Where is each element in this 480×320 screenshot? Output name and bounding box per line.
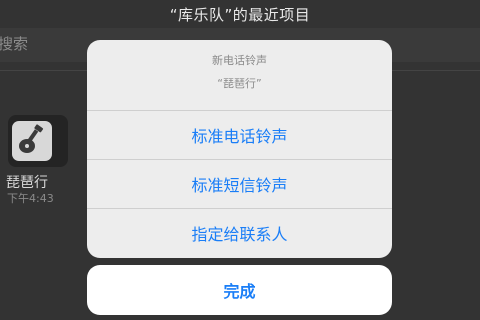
ringtone-action-sheet: 新电话铃声 “琵琶行” 标准电话铃声 标准短信铃声 指定给联系人	[87, 40, 392, 258]
assign-to-contact-button[interactable]: 指定给联系人	[87, 209, 392, 257]
sheet-title: 新电话铃声	[212, 54, 267, 67]
screen-title: “库乐队”的最近项目	[169, 6, 311, 24]
guitar-icon	[12, 121, 52, 161]
sheet-message: “琵琶行”	[217, 77, 262, 90]
standard-text-tone-button[interactable]: 标准短信铃声	[87, 160, 392, 209]
project-thumbnail[interactable]	[8, 115, 68, 167]
sheet-header: 新电话铃声 “琵琶行”	[87, 40, 392, 111]
project-name[interactable]: 琵琶行	[6, 172, 48, 192]
search-placeholder: 搜索	[0, 35, 29, 53]
standard-ringtone-button[interactable]: 标准电话铃声	[87, 111, 392, 160]
project-time: 下午4:43	[7, 192, 54, 205]
done-button[interactable]: 完成	[87, 265, 392, 315]
